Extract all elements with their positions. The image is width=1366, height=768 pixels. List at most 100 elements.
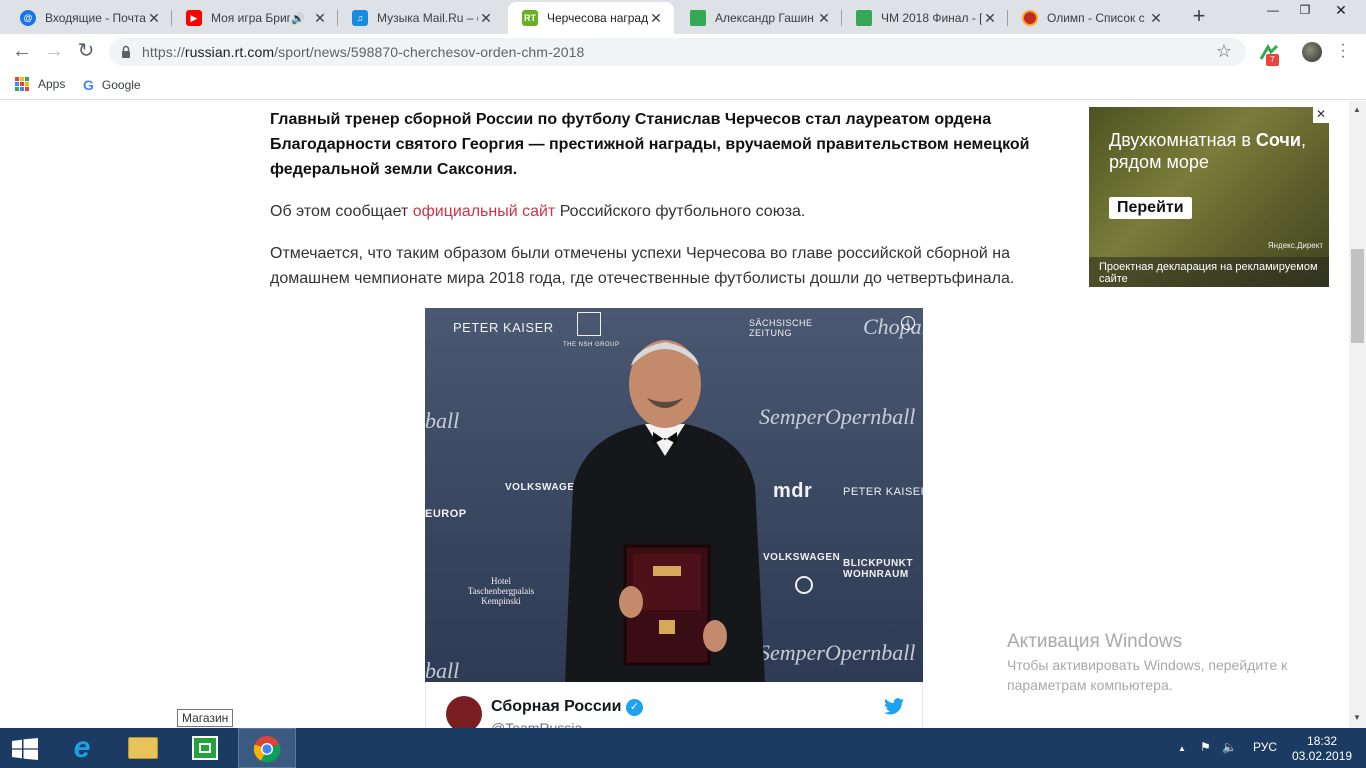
windows-start-icon[interactable] [12,738,38,760]
wall-logo: BLICKPUNKT WOHNRAUM [843,558,913,580]
wall-script: ball [425,658,460,682]
clock-date: 03.02.2019 [1292,749,1353,763]
forward-button[interactable]: → [42,40,66,64]
address-bar[interactable]: https://russian.rt.com/sport/news/598870… [109,38,1246,66]
ad-go-button[interactable]: Перейти [1109,197,1192,219]
tab-title: Черчесова наград [547,11,648,25]
explorer-taskbar-button[interactable] [114,728,172,768]
lock-icon [122,45,130,58]
ad-title[interactable]: Двухкомнатная в Сочи, рядом море [1109,129,1324,173]
info-icon[interactable]: i [901,316,915,330]
bookmark-label: Google [101,78,141,92]
wall-logo: Chopard [863,314,923,339]
tweet-card[interactable]: Сборная России ✓ @TeamRussia [425,682,923,728]
tab-title: Входящие - Почта [45,11,146,25]
windows-activation-watermark: Активация Windows Чтобы активировать Win… [1007,631,1327,695]
avatar[interactable] [446,696,482,728]
youtube-icon: ▶ [186,10,202,26]
ad-network-label: Яндекс.Директ [1267,241,1323,250]
vertical-scrollbar[interactable]: ▲ ▼ [1349,101,1366,728]
window-close-button[interactable]: ✕ [1326,0,1356,24]
tweet-author-name[interactable]: Сборная России [491,698,621,716]
close-icon[interactable]: ✕ [1313,107,1329,123]
close-icon[interactable]: ✕ [1148,10,1164,27]
person-figure [565,340,765,682]
store-icon [192,736,218,760]
ie-taskbar-button[interactable]: e [54,728,112,768]
tab-strip: @ Входящие - Почта ✕ ▶ Моя игра Брип 🔊 ✕… [0,0,1366,34]
verified-icon: ✓ [626,699,643,716]
reload-button[interactable]: ↻ [74,40,98,64]
tab-youtube[interactable]: ▶ Моя игра Брип 🔊 ✕ [172,2,338,34]
embedded-photo[interactable]: PETER KAISER THE NSH GROUP SÄCHSISCHE ZE… [425,308,923,682]
tab-rt[interactable]: RT Черчесова наград ✕ [508,2,674,34]
internet-explorer-icon: e [73,731,91,764]
restore-button[interactable]: ❐ [1290,0,1320,24]
bookmark-google[interactable]: G Google [83,77,141,93]
tab-title: Музыка Mail.Ru – с [377,11,478,25]
vw-logo-icon [795,576,813,594]
tab-title: ЧМ 2018 Финал - [ [881,11,982,25]
bookmark-star-icon[interactable]: ☆ [1216,41,1232,62]
taskbar: e ▲ ⚑ 🔈 РУС 18:32 03.02.2019 [0,728,1366,768]
scroll-down-icon[interactable]: ▼ [1353,713,1361,722]
ad-banner[interactable]: Двухкомнатная в Сочи, рядом море Перейти… [1089,107,1329,287]
close-icon[interactable]: ✕ [982,10,998,27]
google-icon: G [83,77,94,93]
profile-avatar[interactable] [1302,42,1322,62]
store-taskbar-button[interactable] [176,728,234,768]
olimp-icon [1022,10,1038,26]
close-icon[interactable]: ✕ [648,10,664,27]
back-button[interactable]: ← [10,40,34,64]
wall-logo: PETER KAISER [453,320,554,335]
minimize-button[interactable]: — [1258,0,1288,24]
ad-footer[interactable]: Проектная декларация на рекламируемом са… [1089,257,1329,287]
bookmark-apps[interactable]: Apps [15,77,65,91]
scroll-up-icon[interactable]: ▲ [1353,105,1361,114]
close-icon[interactable]: ✕ [478,10,494,27]
close-icon[interactable]: ✕ [816,10,832,27]
wall-script: ball [425,408,460,433]
tab-sheet-1[interactable]: Александр Гашин ✕ [676,2,842,34]
bookmarks-bar: Apps G Google [0,70,1366,100]
wall-logo: Hotel Taschenbergpalais Kempinski [467,576,535,606]
page-content: Главный тренер сборной России по футболу… [0,101,1349,728]
music-icon: ♫ [352,10,368,26]
tab-sheet-2[interactable]: ЧМ 2018 Финал - [ ✕ [842,2,1008,34]
clock-time: 18:32 [1307,734,1338,748]
article-paragraph: Об этом сообщает официальный сайт Россий… [270,203,806,220]
tweet-handle[interactable]: @TeamRussia [491,720,582,728]
volume-icon[interactable]: 🔈 [1222,740,1237,754]
twitter-bird-icon[interactable] [884,698,904,715]
close-icon[interactable]: ✕ [146,10,162,27]
wall-logo: PETER KAISER [843,486,923,498]
sheet-icon [856,10,872,26]
nsh-logo-icon [577,312,601,336]
close-icon[interactable]: ✕ [312,10,328,27]
tab-olimp[interactable]: Олимп - Список с ✕ [1008,2,1174,34]
mail-icon: @ [20,10,36,26]
wall-logo: EUROP [425,508,467,520]
scroll-thumb[interactable] [1351,249,1364,343]
apps-grid-icon [15,77,29,91]
article-paragraph: Отмечается, что таким образом были отмеч… [270,245,1015,287]
tab-title: Олимп - Список с [1047,11,1145,25]
sheet-icon [690,10,706,26]
tray-expand-icon[interactable]: ▲ [1178,744,1186,753]
wall-logo: SÄCHSISCHE ZEITUNG [749,318,813,338]
bookmark-label: Apps [38,77,66,91]
flag-icon[interactable]: ⚑ [1200,740,1211,754]
input-language[interactable]: РУС [1253,740,1277,754]
menu-icon[interactable]: · · · [1335,37,1351,65]
system-clock[interactable]: 18:32 03.02.2019 [1292,734,1352,764]
extension-badge: 7 [1266,54,1279,66]
chrome-taskbar-button[interactable] [238,728,296,768]
article-body: Главный тренер сборной России по футболу… [270,107,1075,308]
official-site-link[interactable]: официальный сайт [413,203,556,220]
article-lead: Главный тренер сборной России по футболу… [270,111,1030,178]
tab-title: Моя игра Брип [211,11,290,25]
tab-music[interactable]: ♫ Музыка Mail.Ru – с ✕ [338,2,504,34]
speaker-icon[interactable]: 🔊 [290,12,306,25]
new-tab-button[interactable]: + [1188,5,1210,28]
tab-mail[interactable]: @ Входящие - Почта ✕ [6,2,172,34]
